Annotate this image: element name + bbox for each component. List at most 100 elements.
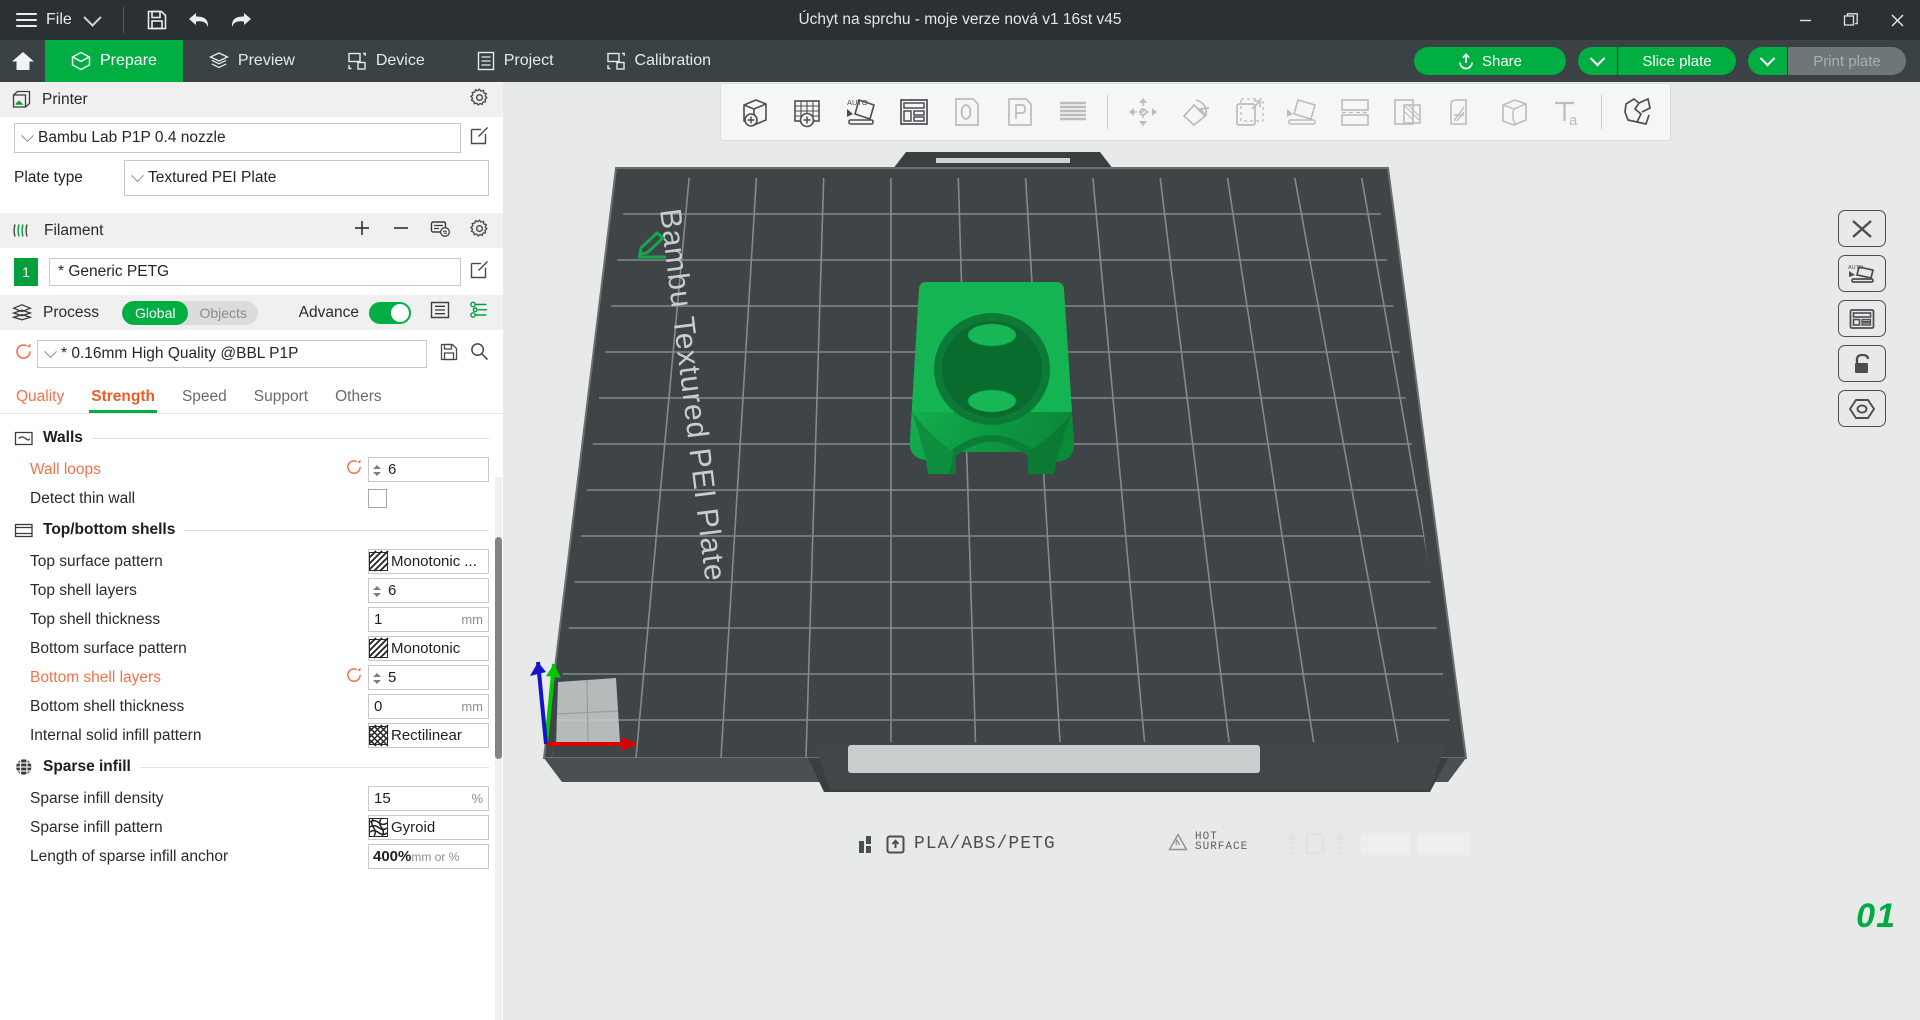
slice-plate-button[interactable]: Slice plate	[1618, 47, 1736, 75]
tab-calibration[interactable]: Calibration	[580, 40, 737, 82]
add-object-button[interactable]	[729, 87, 780, 137]
bottom-shell-layers-input[interactable]: 5	[368, 665, 489, 690]
reset-process-button[interactable]	[14, 342, 34, 366]
file-menu-button[interactable]: File	[0, 0, 82, 40]
group-sparse-infill: Sparse infill	[0, 750, 503, 784]
detect-thin-wall-checkbox[interactable]	[368, 489, 387, 508]
tab-device[interactable]: Device	[321, 40, 451, 82]
option-value: 5	[388, 669, 396, 686]
top-shell-thickness-input[interactable]: 1 mm	[368, 607, 489, 632]
bottom-shell-thickness-input[interactable]: 0 mm	[368, 694, 489, 719]
tab-speed[interactable]: Speed	[182, 388, 227, 413]
option-label: Sparse infill pattern	[30, 819, 345, 837]
filament-preset-combo[interactable]: * Generic PETG	[49, 258, 461, 286]
printer-icon	[12, 90, 31, 109]
add-plate-button[interactable]	[782, 87, 833, 137]
add-filament-button[interactable]	[352, 218, 372, 243]
share-icon	[1458, 53, 1474, 70]
up-arrow-icon	[1284, 831, 1300, 857]
close-button[interactable]	[1874, 0, 1920, 40]
parameter-tabs: Quality Strength Speed Support Others	[0, 378, 503, 414]
tab-project[interactable]: Project	[451, 40, 580, 82]
tab-strength[interactable]: Strength	[91, 388, 155, 413]
scope-global-button[interactable]: Global	[122, 301, 188, 325]
sparse-infill-pattern-combo[interactable]: Gyroid	[368, 815, 489, 840]
option-value: 6	[388, 582, 396, 599]
auto-arrange-plate-button[interactable]: AUTO	[1838, 255, 1886, 292]
share-button[interactable]: Share	[1414, 47, 1566, 75]
tab-support[interactable]: Support	[254, 388, 308, 413]
project-icon	[477, 51, 495, 71]
auto-orient-icon: AUTO	[844, 95, 878, 129]
process-preset-combo[interactable]: * 0.16mm High Quality @BBL P1P	[37, 340, 427, 368]
slice-dropdown-button[interactable]	[1578, 47, 1618, 75]
compare-presets-button[interactable]	[469, 301, 489, 324]
filament-slot-badge[interactable]: 1	[14, 258, 38, 286]
spinner-arrows-icon[interactable]	[373, 464, 382, 476]
bottom-surface-pattern-combo[interactable]: Monotonic	[368, 636, 489, 661]
option-bottom-shell-thickness: Bottom shell thickness 0 mm	[0, 692, 503, 721]
plate-arrows-group	[1284, 830, 1471, 858]
window-title: Úchyt na sprchu - moje verze nová v1 16s…	[0, 0, 1920, 40]
top-shell-layers-input[interactable]: 6	[368, 578, 489, 603]
delete-plate-icon	[1849, 218, 1875, 240]
arrange-plate-button[interactable]	[1838, 300, 1886, 337]
arrange-button[interactable]	[888, 87, 939, 137]
option-label: Sparse infill density	[30, 790, 345, 808]
parameter-list-button[interactable]	[430, 301, 450, 324]
printer-preset-combo[interactable]: Bambu Lab P1P 0.4 nozzle	[14, 123, 461, 153]
tab-others[interactable]: Others	[335, 388, 382, 413]
filament-preset-value: * Generic PETG	[58, 263, 169, 281]
search-parameters-button[interactable]	[470, 342, 489, 366]
tab-quality[interactable]: Quality	[16, 388, 64, 413]
internal-solid-infill-pattern-combo[interactable]: Rectilinear	[368, 723, 489, 748]
minimize-button[interactable]	[1782, 0, 1828, 40]
spinner-arrows-icon[interactable]	[373, 672, 382, 684]
option-value: 0	[374, 698, 382, 715]
sidebar-scrollbar[interactable]	[495, 477, 502, 1020]
ams-sync-button[interactable]	[430, 219, 451, 243]
printer-settings-button[interactable]	[470, 88, 489, 112]
sparse-infill-anchor-combo[interactable]: 400% mm or %	[368, 844, 489, 869]
plate-settings-button[interactable]	[1838, 390, 1886, 427]
model-shower-holder[interactable]	[910, 282, 1074, 474]
assembly-view-icon	[1620, 95, 1654, 129]
auto-orient-button[interactable]: AUTO	[835, 87, 886, 137]
edit-filament-preset-button[interactable]	[470, 260, 489, 284]
redo-button[interactable]	[220, 0, 262, 40]
save-process-preset-button[interactable]	[440, 343, 458, 366]
filament-settings-button[interactable]	[470, 219, 489, 243]
reset-wall-loops-button[interactable]	[345, 458, 365, 481]
scrollbar-thumb[interactable]	[495, 537, 502, 759]
pattern-swatch-gyroid	[369, 818, 388, 837]
advance-toggle[interactable]	[369, 302, 411, 324]
rotate-button	[1170, 87, 1221, 137]
plate-type-value: Textured PEI Plate	[148, 169, 276, 187]
3d-viewport[interactable]: Bambu Textured PEI Plate	[508, 82, 1920, 1020]
plate-type-combo[interactable]: Textured PEI Plate	[124, 160, 489, 196]
save-project-button[interactable]	[136, 0, 178, 40]
delete-plate-button[interactable]	[1838, 210, 1886, 247]
sparse-infill-density-input[interactable]: 15 %	[368, 786, 489, 811]
tab-prepare[interactable]: Prepare	[45, 40, 183, 82]
edit-plate-name-button[interactable]	[635, 230, 669, 265]
tab-preview[interactable]: Preview	[183, 40, 321, 82]
wall-loops-input[interactable]: 6	[368, 457, 489, 482]
print-dropdown-button[interactable]	[1748, 47, 1788, 75]
pattern-swatch-diagonal	[369, 552, 388, 571]
edit-printer-preset-button[interactable]	[470, 126, 489, 150]
restore-button[interactable]	[1828, 0, 1874, 40]
plate-rear-slot	[936, 158, 1070, 163]
home-button[interactable]	[0, 40, 45, 82]
top-surface-pattern-combo[interactable]: Monotonic ...	[368, 549, 489, 574]
undo-button[interactable]	[178, 0, 220, 40]
reset-icon	[345, 458, 363, 476]
remove-filament-button[interactable]	[391, 218, 411, 243]
assembly-view-button[interactable]	[1611, 87, 1662, 137]
scope-objects-button[interactable]: Objects	[188, 301, 257, 325]
reset-bottom-shell-layers-button[interactable]	[345, 666, 365, 689]
lock-plate-button[interactable]	[1838, 345, 1886, 382]
spinner-arrows-icon[interactable]	[373, 585, 382, 597]
menu-dropdown-button[interactable]	[82, 14, 105, 27]
tab-device-label: Device	[376, 52, 425, 70]
